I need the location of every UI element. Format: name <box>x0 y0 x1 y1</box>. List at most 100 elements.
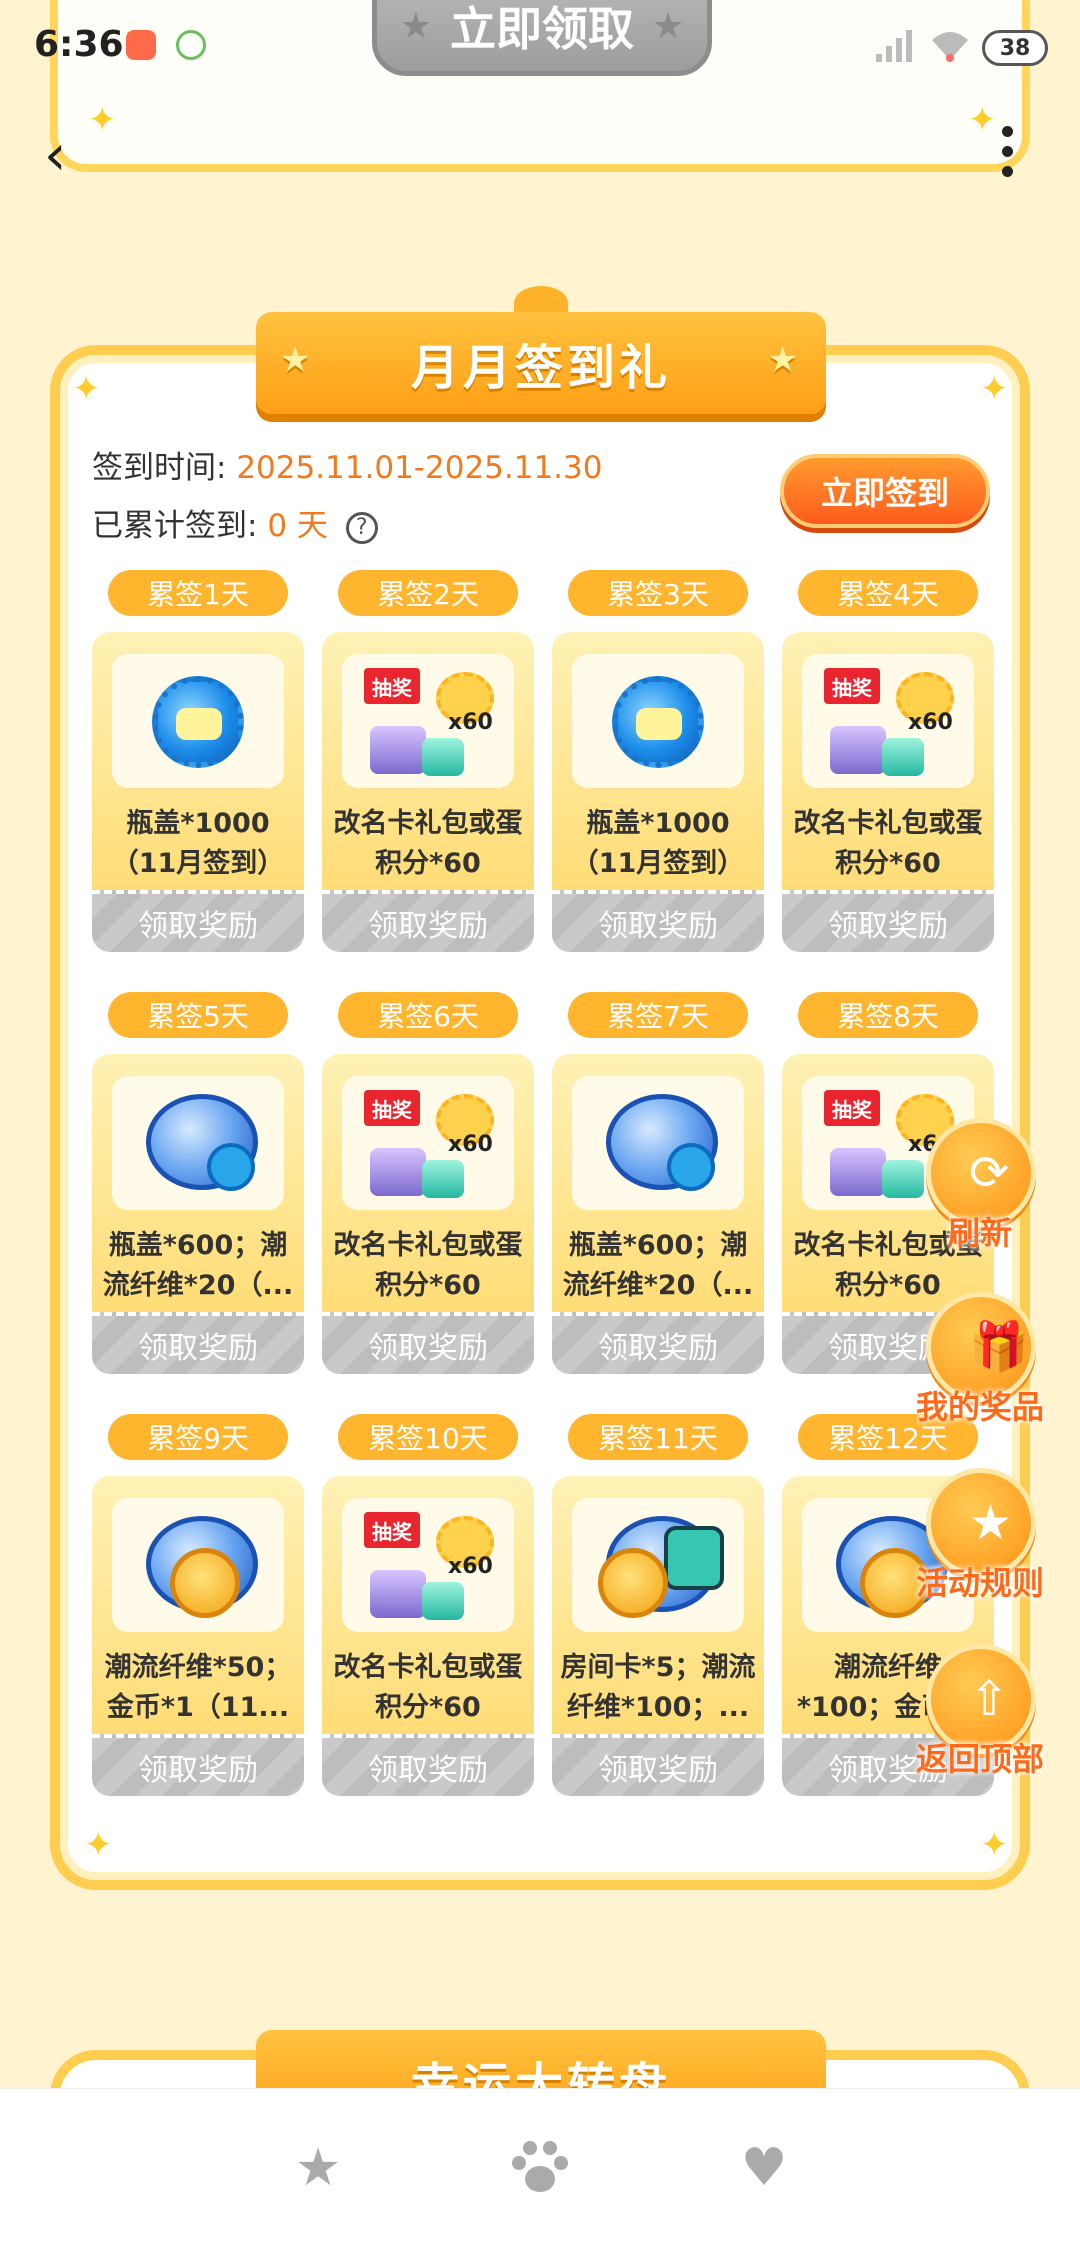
reward-image <box>572 1498 744 1632</box>
claim-reward-button[interactable]: 领取奖励 <box>92 890 304 952</box>
lottery-gift-icon: 抽奖 x60 <box>364 668 494 780</box>
refresh-icon: ⟳ <box>969 1145 1010 1201</box>
bottom-navigation: ★ ♥ <box>0 2088 1080 2248</box>
sparkle-icon: ✦ <box>980 1825 1009 1865</box>
reward-image: 抽奖 x60 <box>342 1076 514 1210</box>
claim-reward-button[interactable]: 领取奖励 <box>552 890 764 952</box>
star-icon: ★ <box>280 340 315 380</box>
bottle-cap-icon <box>612 676 704 768</box>
reward-description: 房间卡*5；潮流纤维*100；... <box>560 1652 756 1723</box>
reward-card: 累签6天抽奖 x60 改名卡礼包或蛋积分*60 领取奖励 <box>322 992 534 1374</box>
signin-period: 签到时间: 2025.11.01-2025.11.30 <box>92 442 603 487</box>
reward-card: 累签9天潮流纤维*50；金币*1（11... 领取奖励 <box>92 1414 304 1796</box>
fiber-cap-icon <box>606 1094 718 1191</box>
day-badge: 累签11天 <box>568 1414 748 1460</box>
day-badge: 累签3天 <box>568 570 748 616</box>
bottle-cap-icon <box>152 676 244 768</box>
day-badge: 累签8天 <box>798 992 978 1038</box>
reward-body: 瓶盖*1000（11月签到） 领取奖励 <box>552 632 764 952</box>
claim-reward-button[interactable]: 领取奖励 <box>782 890 994 952</box>
signin-count-value: 0 天 <box>267 508 328 544</box>
notification-app-icon <box>176 30 206 60</box>
reward-body: 抽奖 x60 改名卡礼包或蛋积分*60 领取奖励 <box>322 1054 534 1374</box>
lottery-tag: 抽奖 <box>364 1090 420 1126</box>
rename-card-icon <box>370 1148 426 1196</box>
reward-description: 潮流纤维*50；金币*1（11... <box>104 1652 292 1723</box>
reward-card: 累签3天瓶盖*1000（11月签到） 领取奖励 <box>552 570 764 952</box>
activity-rules-label: 活动规则 <box>915 1564 1044 1602</box>
reward-body: 瓶盖*1000（11月签到） 领取奖励 <box>92 632 304 952</box>
lottery-tag: 抽奖 <box>364 668 420 704</box>
section-title: 月月签到礼 <box>410 340 671 396</box>
back-to-top-label: 返回顶部 <box>915 1740 1044 1778</box>
arrow-up-icon: ⇧ <box>969 1671 1010 1727</box>
gold-coin-icon <box>598 1548 668 1618</box>
heart-icon[interactable]: ♥ <box>724 2133 804 2203</box>
activity-rules-button[interactable]: ★ 活动规则 <box>914 1468 1046 1618</box>
reward-description: 瓶盖*600；潮流纤维*20（... <box>562 1230 754 1301</box>
back-to-top-button[interactable]: ⇧ 返回顶部 <box>914 1644 1046 1794</box>
reward-description: 瓶盖*600；潮流纤维*20（... <box>102 1230 294 1301</box>
rename-card-icon <box>830 726 886 774</box>
reward-body: 房间卡*5；潮流纤维*100；... 领取奖励 <box>552 1476 764 1796</box>
claim-reward-button[interactable]: 领取奖励 <box>92 1312 304 1374</box>
reward-image: 抽奖 x60 <box>802 654 974 788</box>
day-badge: 累签6天 <box>338 992 518 1038</box>
reward-card: 累签4天 抽奖 x60 改名卡礼包或蛋积分*60 领取奖励 <box>782 570 994 952</box>
more-options-icon[interactable] <box>1002 126 1016 182</box>
reward-image <box>572 1076 744 1210</box>
reward-image <box>112 1498 284 1632</box>
signin-period-label: 签到时间: <box>92 450 227 486</box>
lottery-tag: 抽奖 <box>824 668 880 704</box>
reward-body: 瓶盖*600；潮流纤维*20（... 领取奖励 <box>552 1054 764 1374</box>
rename-card-icon <box>422 738 464 776</box>
my-prizes-button[interactable]: 🎁 我的奖品 <box>914 1292 1046 1442</box>
lottery-tag: 抽奖 <box>364 1512 420 1548</box>
reward-card: 累签5天瓶盖*600；潮流纤维*20（... 领取奖励 <box>92 992 304 1374</box>
sparkle-icon: ✦ <box>84 1825 113 1865</box>
notification-app-icon <box>126 30 156 60</box>
reward-image <box>112 654 284 788</box>
refresh-button[interactable]: ⟳ 刷新 <box>914 1118 1046 1268</box>
reward-card: 累签1天 瓶盖*1000（11月签到） 领取奖励 <box>92 570 304 952</box>
reward-description: 改名卡礼包或蛋积分*60 <box>333 808 523 879</box>
signal-icon <box>876 30 912 62</box>
reward-card: 累签10天 抽奖 x60 改名卡礼包或蛋积分*60 领取奖励 <box>322 1414 534 1796</box>
rename-card-icon <box>370 726 426 774</box>
status-bar: 6:36 38 <box>0 0 1080 96</box>
back-chevron-icon[interactable]: ‹ <box>44 128 66 184</box>
day-badge: 累签5天 <box>108 992 288 1038</box>
reward-body: 潮流纤维*50；金币*1（11... 领取奖励 <box>92 1476 304 1796</box>
signin-count: 已累计签到: 0 天 ? <box>92 500 378 545</box>
my-prizes-label: 我的奖品 <box>915 1388 1044 1426</box>
rename-card-icon <box>830 1148 886 1196</box>
refresh-label: 刷新 <box>947 1214 1012 1252</box>
day-badge: 累签9天 <box>108 1414 288 1460</box>
signin-period-value: 2025.11.01-2025.11.30 <box>236 450 603 486</box>
lottery-gift-icon: 抽奖 x60 <box>824 668 954 780</box>
section-title-banner: ★ 月月签到礼 ★ <box>256 312 826 414</box>
reward-image: 抽奖 x60 <box>342 654 514 788</box>
claim-reward-button[interactable]: 领取奖励 <box>552 1312 764 1374</box>
help-icon[interactable]: ? <box>345 511 378 544</box>
reward-card: 累签2天 抽奖 x60 改名卡礼包或蛋积分*60 领取奖励 <box>322 570 534 952</box>
claim-reward-button[interactable]: 领取奖励 <box>552 1734 764 1796</box>
star-icon: ★ <box>969 1495 1013 1551</box>
lottery-gift-icon: 抽奖 x60 <box>364 1512 494 1624</box>
sparkle-icon: ✦ <box>72 369 101 409</box>
gift-box-icon: 🎁 <box>969 1319 1029 1375</box>
claim-reward-button[interactable]: 领取奖励 <box>322 890 534 952</box>
claim-reward-button[interactable]: 领取奖励 <box>322 1312 534 1374</box>
star-icon[interactable]: ★ <box>278 2133 358 2203</box>
claim-reward-button[interactable]: 领取奖励 <box>92 1734 304 1796</box>
reward-card: 累签7天瓶盖*600；潮流纤维*20（... 领取奖励 <box>552 992 764 1374</box>
lottery-tag: 抽奖 <box>824 1090 880 1126</box>
reward-description: 瓶盖*1000（11月签到） <box>571 808 745 879</box>
gift-count: x60 <box>448 1554 493 1579</box>
paw-icon[interactable] <box>500 2133 580 2203</box>
claim-reward-button[interactable]: 领取奖励 <box>322 1734 534 1796</box>
day-badge: 累签10天 <box>338 1414 518 1460</box>
star-icon: ★ <box>767 340 802 380</box>
sign-in-now-button[interactable]: 立即签到 <box>780 454 990 528</box>
day-badge: 累签7天 <box>568 992 748 1038</box>
